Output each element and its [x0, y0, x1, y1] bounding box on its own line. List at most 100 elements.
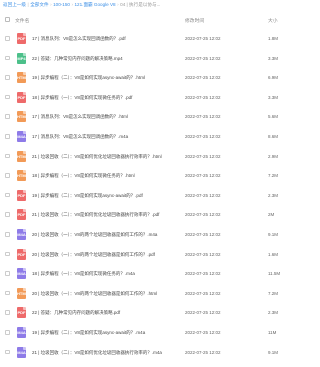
file-size: 2M [268, 212, 275, 218]
breadcrumb-all-files-link[interactable]: 全部文件 [30, 2, 48, 7]
file-size: 6.9M [268, 75, 279, 81]
file-name[interactable]: 17 | 消息队列：V8是怎么实现回调函数的？.pdf [32, 30, 182, 47]
file-row[interactable]: HTML 17 | 消息队列：V8是怎么实现回调函数的？.html 2022-07-… [0, 108, 320, 125]
file-modified-time: 2022-07-25 12:02 [185, 173, 221, 179]
m4a-file-icon: M4A [17, 327, 26, 338]
row-checkbox[interactable] [5, 94, 10, 100]
file-size: 2.3M [268, 310, 279, 316]
row-checkbox[interactable] [5, 75, 10, 80]
row-checkbox[interactable] [5, 212, 10, 217]
file-row[interactable]: HTML 20 | 垃圾回收（一）：V8的两个垃圾回收器是如何工作的？.html 2… [0, 285, 320, 302]
select-all-checkbox[interactable] [5, 17, 10, 22]
file-size: 5.6M [268, 114, 279, 120]
breadcrumb-chevron-icon: › [71, 2, 73, 7]
file-name[interactable]: 22 | 答疑：几种常见内存问题的解决策略.mp4 [32, 50, 182, 67]
file-modified-time: 2022-07-25 12:02 [185, 349, 221, 355]
file-modified-time: 2022-07-25 12:02 [185, 114, 221, 120]
file-modified-time: 2022-07-25 12:02 [185, 330, 221, 335]
pdf-file-icon: PDF [17, 91, 26, 103]
file-modified-time: 2022-07-25 12:02 [185, 251, 221, 257]
row-checkbox[interactable] [5, 349, 10, 355]
row-checkbox[interactable] [5, 114, 10, 119]
file-size: 11M [268, 330, 277, 335]
file-name[interactable]: 19 | 异步编程（二）：V8是如何实现async-await的？.pdf [32, 187, 182, 204]
column-header-time[interactable]: 修改时间 [185, 17, 204, 24]
file-size: 7.2M [268, 290, 279, 296]
m4a-file-icon: M4A [17, 268, 26, 280]
pdf-file-icon: PDF [17, 33, 26, 44]
file-row[interactable]: PDF 19 | 异步编程（二）：V8是如何实现async-await的？.pdf… [0, 187, 320, 204]
file-row[interactable]: MP4 22 | 答疑：几种常见内存问题的解决策略.mp4 2022-07-25 1… [0, 50, 320, 67]
file-name[interactable]: 17 | 消息队列：V8是怎么实现回调函数的？.m4a [32, 128, 182, 145]
file-row[interactable]: PDF 20 | 垃圾回收（一）：V8的两个垃圾回收器是如何工作的？.pdf 202… [0, 246, 320, 263]
row-checkbox[interactable] [5, 232, 10, 237]
row-checkbox[interactable] [5, 330, 10, 335]
breadcrumb-chevron-icon: › [117, 2, 119, 7]
row-checkbox[interactable] [5, 271, 10, 276]
file-name[interactable]: 21 | 垃圾回收（二）：V8是如何优化垃圾回收器执行效率的？.m4a [32, 344, 182, 361]
file-size: 9.1M [268, 232, 279, 237]
file-size: 8.6M [268, 134, 279, 139]
html-file-icon: HTML [17, 111, 28, 123]
file-name[interactable]: 20 | 垃圾回收（一）：V8的两个垃圾回收器是如何工作的？.pdf [32, 246, 182, 263]
breadcrumb-chevron-icon: › [50, 2, 52, 7]
file-name[interactable]: 20 | 垃圾回收（一）：V8的两个垃圾回收器是如何工作的？.m4a [32, 226, 182, 243]
html-file-icon: HTML [17, 170, 28, 182]
column-header-name[interactable]: 文件名 [15, 17, 29, 24]
m4a-file-icon: M4A [17, 229, 26, 240]
file-name[interactable]: 21 | 垃圾回收（二）：V8是如何优化垃圾回收器执行效率的？.pdf [32, 206, 182, 223]
file-row[interactable]: PDF 17 | 消息队列：V8是怎么实现回调函数的？.pdf 2022-07-25… [0, 30, 320, 47]
row-checkbox[interactable] [5, 251, 10, 257]
breadcrumb-back-link[interactable]: 返回上一级 [3, 2, 26, 7]
file-row[interactable]: PDF 18 | 异步编程（一）：V8是如何实现微任务的？.pdf 2022-07-… [0, 89, 320, 106]
file-row[interactable]: M4A 17 | 消息队列：V8是怎么实现回调函数的？.m4a 2022-07-25… [0, 128, 320, 145]
row-checkbox[interactable] [5, 173, 10, 178]
file-row[interactable]: M4A 19 | 异步编程（二）：V8是如何实现async-await的？.m4a… [0, 324, 320, 341]
file-row[interactable]: M4A 18 | 异步编程（一）：V8是如何实现微任务的？.m4a 2022-07-… [0, 265, 320, 282]
file-row[interactable]: HTML 18 | 异步编程（一）：V8是如何实现微任务的？.html 2022-0… [0, 167, 320, 184]
html-file-icon: HTML [17, 150, 28, 162]
file-size: 7.2M [268, 173, 279, 179]
file-name[interactable]: 19 | 异步编程（二）：V8是如何实现async-await的？.html [32, 69, 182, 86]
breadcrumb-current: 04 | 执行是以协与... [120, 2, 161, 7]
file-row[interactable]: PDF 22 | 答疑：几种常见内存问题的解决策略.pdf 2022-07-25 1… [0, 304, 320, 321]
file-modified-time: 2022-07-25 12:02 [185, 75, 221, 81]
file-modified-time: 2022-07-25 12:02 [185, 310, 221, 316]
file-modified-time: 2022-07-25 12:02 [185, 153, 221, 159]
row-checkbox[interactable] [5, 290, 10, 296]
file-row[interactable]: HTML 21 | 垃圾回收（二）：V8是如何优化垃圾回收器执行效率的？.html… [0, 148, 320, 165]
file-name[interactable]: 20 | 垃圾回收（一）：V8的两个垃圾回收器是如何工作的？.html [32, 285, 182, 302]
file-name[interactable]: 21 | 垃圾回收（二）：V8是如何优化垃圾回收器执行效率的？.html [32, 148, 182, 165]
file-name[interactable]: 18 | 异步编程（一）：V8是如何实现微任务的？.m4a [32, 265, 182, 282]
file-row[interactable]: PDF 21 | 垃圾回收（二）：V8是如何优化垃圾回收器执行效率的？.pdf 20… [0, 206, 320, 223]
file-modified-time: 2022-07-25 12:02 [185, 271, 221, 277]
file-row[interactable]: M4A 20 | 垃圾回收（一）：V8的两个垃圾回收器是如何工作的？.m4a 202… [0, 226, 320, 243]
row-checkbox[interactable] [5, 153, 10, 159]
file-size: 2.9M [268, 153, 279, 159]
file-name[interactable]: 22 | 答疑：几种常见内存问题的解决策略.pdf [32, 304, 182, 321]
file-row[interactable]: HTML 19 | 异步编程（二）：V8是如何实现async-await的？.ht… [0, 69, 320, 86]
file-size: 9.1M [268, 349, 279, 355]
mp4-file-icon: MP4 [17, 52, 26, 64]
file-name[interactable]: 18 | 异步编程（一）：V8是如何实现微任务的？.pdf [32, 89, 182, 106]
row-checkbox[interactable] [5, 55, 10, 61]
file-name[interactable]: 18 | 异步编程（一）：V8是如何实现微任务的？.html [32, 167, 182, 184]
file-name[interactable]: 17 | 消息队列：V8是怎么实现回调函数的？.html [32, 108, 182, 125]
row-checkbox[interactable] [5, 36, 10, 41]
row-checkbox[interactable] [5, 310, 10, 315]
file-size: 3.3M [268, 55, 279, 61]
file-modified-time: 2022-07-25 12:02 [185, 134, 221, 139]
column-header-size[interactable]: 大小 [268, 17, 278, 24]
file-size: 3.3M [268, 94, 279, 100]
file-name[interactable]: 19 | 异步编程（二）：V8是如何实现async-await的？.m4a [32, 324, 182, 341]
row-checkbox[interactable] [5, 192, 10, 198]
breadcrumb-folder-link[interactable]: 100-150 [53, 2, 70, 7]
file-row[interactable]: M4A 21 | 垃圾回收（二）：V8是如何优化垃圾回收器执行效率的？.m4a 20… [0, 344, 320, 361]
row-checkbox[interactable] [5, 134, 10, 139]
breadcrumb-folder-link[interactable]: 121.面霸 Google V8 [75, 2, 116, 7]
file-modified-time: 2022-07-25 12:02 [185, 290, 221, 296]
html-file-icon: HTML [17, 72, 28, 84]
pdf-file-icon: PDF [17, 189, 26, 201]
file-modified-time: 2022-07-25 12:02 [185, 212, 221, 218]
pdf-file-icon: PDF [17, 307, 26, 319]
